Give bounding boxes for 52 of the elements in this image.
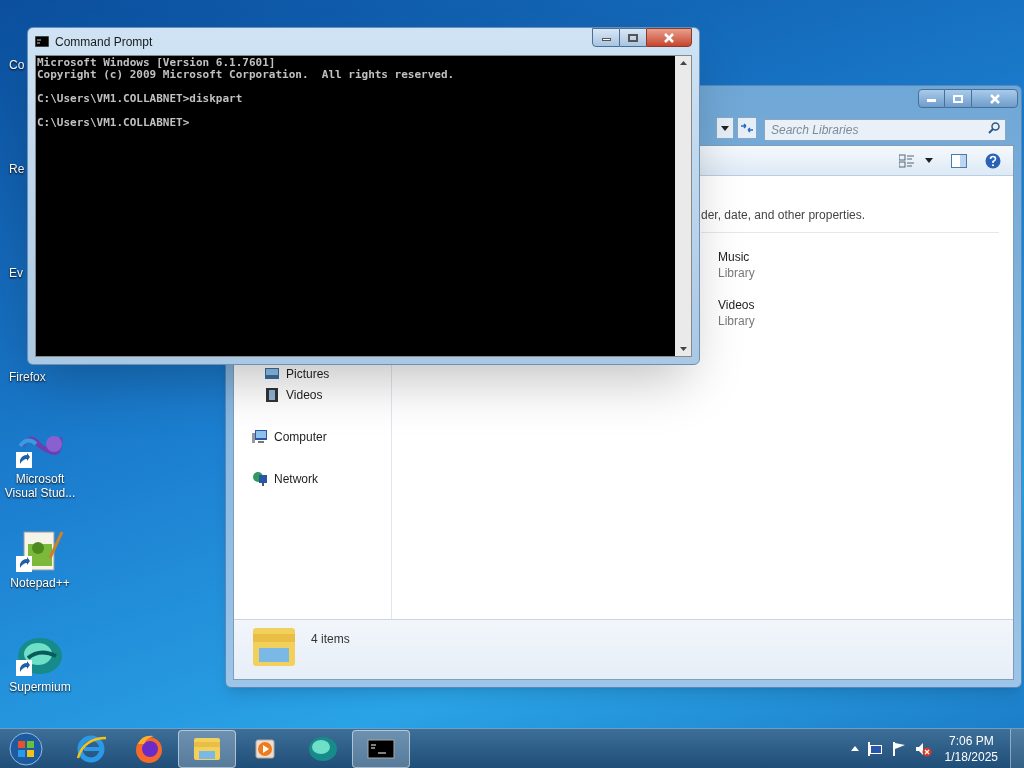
help-icon[interactable] xyxy=(985,152,1001,169)
nav-item[interactable]: Network xyxy=(252,470,318,488)
scrollbar[interactable] xyxy=(675,56,691,356)
network-icon xyxy=(252,471,268,487)
view-options-icon[interactable] xyxy=(899,153,915,168)
desktop-icon-label[interactable]: Re xyxy=(9,160,25,178)
down-arrow-icon xyxy=(679,347,687,351)
arrange-hint: der, date, and other properties. xyxy=(701,206,999,233)
item-count: 4 items xyxy=(311,631,350,648)
film-icon xyxy=(264,387,280,403)
taskbar-button[interactable] xyxy=(352,729,410,768)
start-orb-icon xyxy=(9,731,43,766)
desktop-icon-label[interactable]: Ev xyxy=(9,264,23,282)
window-title: Command Prompt xyxy=(55,33,153,51)
refresh-button[interactable] xyxy=(737,117,757,139)
nav-item[interactable]: Videos xyxy=(264,386,323,404)
close-icon xyxy=(664,32,674,43)
address-dropdown[interactable] xyxy=(716,117,734,139)
close-button[interactable] xyxy=(646,28,692,47)
flag-icon[interactable] xyxy=(890,740,907,757)
minimize-button[interactable] xyxy=(918,89,945,108)
console-line: C:\Users\VM1.COLLABNET>diskpart xyxy=(37,93,244,105)
preview-pane-icon[interactable] xyxy=(951,153,967,168)
up-arrow-icon xyxy=(679,61,687,65)
show-desktop-button[interactable] xyxy=(1010,729,1024,768)
desktop-icon-label[interactable]: Co xyxy=(9,56,25,74)
network-icon[interactable] xyxy=(866,740,883,757)
nav-item[interactable]: Pictures xyxy=(264,365,330,383)
console-icon xyxy=(35,36,49,47)
refresh-arrows-icon xyxy=(740,122,754,134)
minimize-button[interactable] xyxy=(592,28,620,47)
search-icon[interactable] xyxy=(988,122,1000,134)
maximize-button[interactable] xyxy=(945,89,971,108)
computer-icon xyxy=(252,429,268,445)
maximize-button[interactable] xyxy=(620,28,646,47)
nav-item[interactable]: Computer xyxy=(252,428,327,446)
close-icon xyxy=(989,93,1000,104)
desktop-icon-label[interactable]: Microsoft Visual Stud... xyxy=(0,472,80,500)
desktop-icon-label[interactable]: Firefox xyxy=(9,368,46,386)
clock[interactable]: 7:06 PM 1/18/2025 xyxy=(940,732,1002,765)
library-item[interactable]: Videos Library xyxy=(701,297,755,329)
desktop-icon-label[interactable]: Notepad++ xyxy=(10,576,70,590)
console-line: Copyright (c) 2009 Microsoft Corporation. All rights reserved. xyxy=(37,69,456,81)
console-line: Microsoft Windows [Version 6.1.7601] xyxy=(37,57,277,69)
picture-folder-icon xyxy=(264,366,280,382)
caret-icon[interactable] xyxy=(925,158,933,163)
console-line: C:\Users\VM1.COLLABNET> xyxy=(37,117,191,129)
up-caret-icon[interactable] xyxy=(850,746,859,751)
close-button[interactable] xyxy=(971,89,1018,108)
caret-icon xyxy=(721,125,729,131)
search-field[interactable]: Search Libraries xyxy=(764,119,1006,141)
library-item[interactable]: Music Library xyxy=(701,249,755,281)
